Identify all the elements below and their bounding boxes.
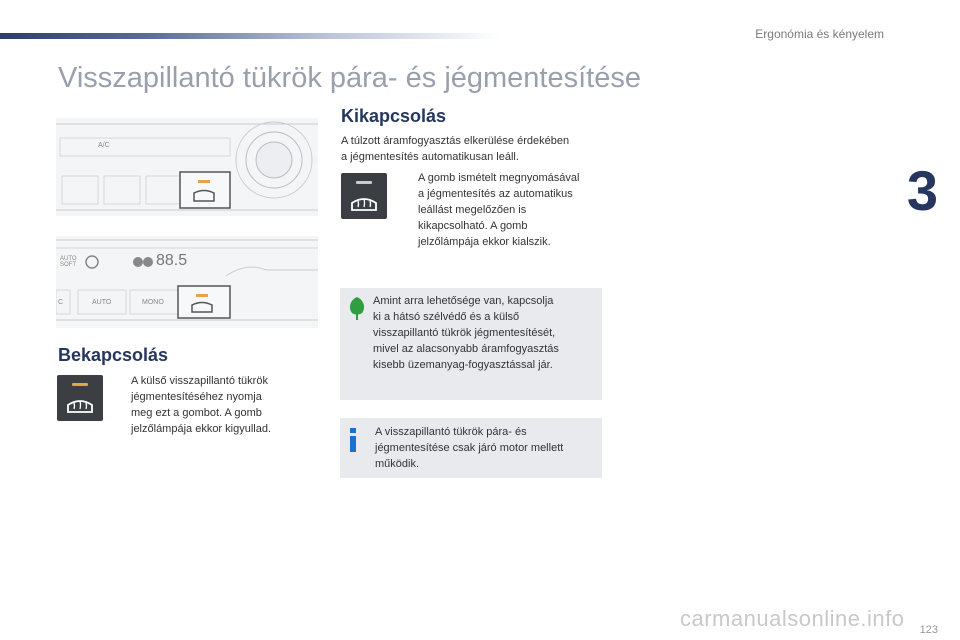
mirror-defrost-button-on <box>57 375 103 421</box>
eco-note-text: Amint arra lehetősége van, kapcsolja ki … <box>373 293 598 373</box>
control-panel-illustration-1: A/C <box>56 118 318 216</box>
leaf-icon <box>349 297 365 320</box>
info-note-box: A visszapillantó tükrök pára- és jégment… <box>340 418 602 478</box>
on-line: meg ezt a gombot. A gomb <box>131 407 262 419</box>
on-line: jégmentesítéséhez nyomja <box>131 391 262 403</box>
info-icon <box>350 428 356 452</box>
off-line: leállást megelőzően is <box>418 204 527 216</box>
page-title: Visszapillantó tükrök pára- és jégmentes… <box>58 62 641 94</box>
off-line: jelzőlámpája ekkor kialszik. <box>418 236 551 248</box>
control-panel-illustration-2: AUTO SOFT 88.5 C AUTO MONO <box>55 236 318 328</box>
eco-note-box: Amint arra lehetősége van, kapcsolja ki … <box>340 288 602 400</box>
page-number: 123 <box>919 624 938 636</box>
rear-defrost-icon <box>67 400 93 413</box>
chapter-number: 3 <box>906 159 938 222</box>
off-instruction-text: A gomb ismételt megnyomásával a jégmente… <box>418 170 608 250</box>
watermark: carmanualsonline.info <box>680 606 905 631</box>
section-label: Ergonómia és kényelem <box>755 27 884 41</box>
eco-line: kisebb üzemanyag-fogyasztással jár. <box>373 359 553 371</box>
c-label: C <box>58 299 64 306</box>
on-line: jelzőlámpája ekkor kigyullad. <box>131 423 272 435</box>
off-line: A gomb ismételt megnyomásával <box>418 172 580 184</box>
on-line: A külső visszapillantó tükrök <box>131 375 268 387</box>
off-line: a jégmentesítés az automatikus <box>418 188 573 200</box>
info-note-text: A visszapillantó tükrök pára- és jégment… <box>375 424 597 472</box>
on-instruction-text: A külső visszapillantó tükrök jégmentesí… <box>131 373 311 437</box>
intro-line: a jégmentesítés automatikusan leáll. <box>341 151 519 163</box>
ac-label: A/C <box>98 142 110 149</box>
eco-line: mivel az alacsonyabb áramfogyasztás <box>373 343 559 355</box>
intro-line: A túlzott áramfogyasztás elkerülése érde… <box>341 135 570 147</box>
off-section-heading: Kikapcsolás <box>341 106 447 126</box>
rear-defrost-icon <box>351 198 377 211</box>
info-line: jégmentesítése csak járó motor mellett <box>375 442 564 454</box>
eco-line: visszapillantó tükrök jégmentesítését, <box>373 327 556 339</box>
control-panel-drawing <box>56 121 318 211</box>
mono-button-label: MONO <box>142 299 164 306</box>
mirror-defrost-button-off <box>341 173 387 219</box>
off-line: kikapcsolható. A gomb <box>418 220 528 232</box>
control-panel-drawing-2 <box>55 239 318 321</box>
off-intro-text: A túlzott áramfogyasztás elkerülése érde… <box>341 133 611 165</box>
indicator-led-off <box>356 181 372 184</box>
header-gradient-bar <box>0 33 500 39</box>
info-line: működik. <box>375 458 420 470</box>
eco-line: ki a hátsó szélvédő és a külső <box>373 311 520 323</box>
indicator-led-on <box>72 383 88 386</box>
eco-line: Amint arra lehetősége van, kapcsolja <box>373 295 554 307</box>
auto-button-label: AUTO <box>92 299 112 306</box>
temperature-display: 88.5 <box>156 252 188 269</box>
info-line: A visszapillantó tükrök pára- és <box>375 426 527 438</box>
on-section-heading: Bekapcsolás <box>58 345 169 365</box>
auto-soft-label: AUTO SOFT <box>60 256 77 268</box>
